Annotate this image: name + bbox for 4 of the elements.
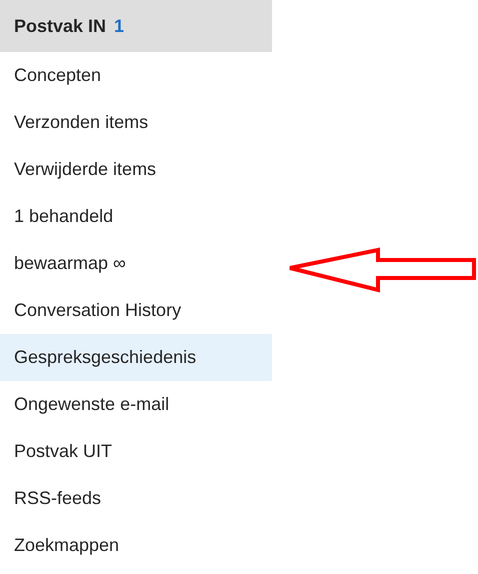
folder-item[interactable]: Gespreksgeschiedenis: [0, 334, 272, 381]
folder-item-background[interactable]: Postvak IN 1: [0, 0, 272, 52]
folder-label: Postvak IN: [14, 14, 106, 38]
unread-count: 1: [114, 14, 124, 38]
